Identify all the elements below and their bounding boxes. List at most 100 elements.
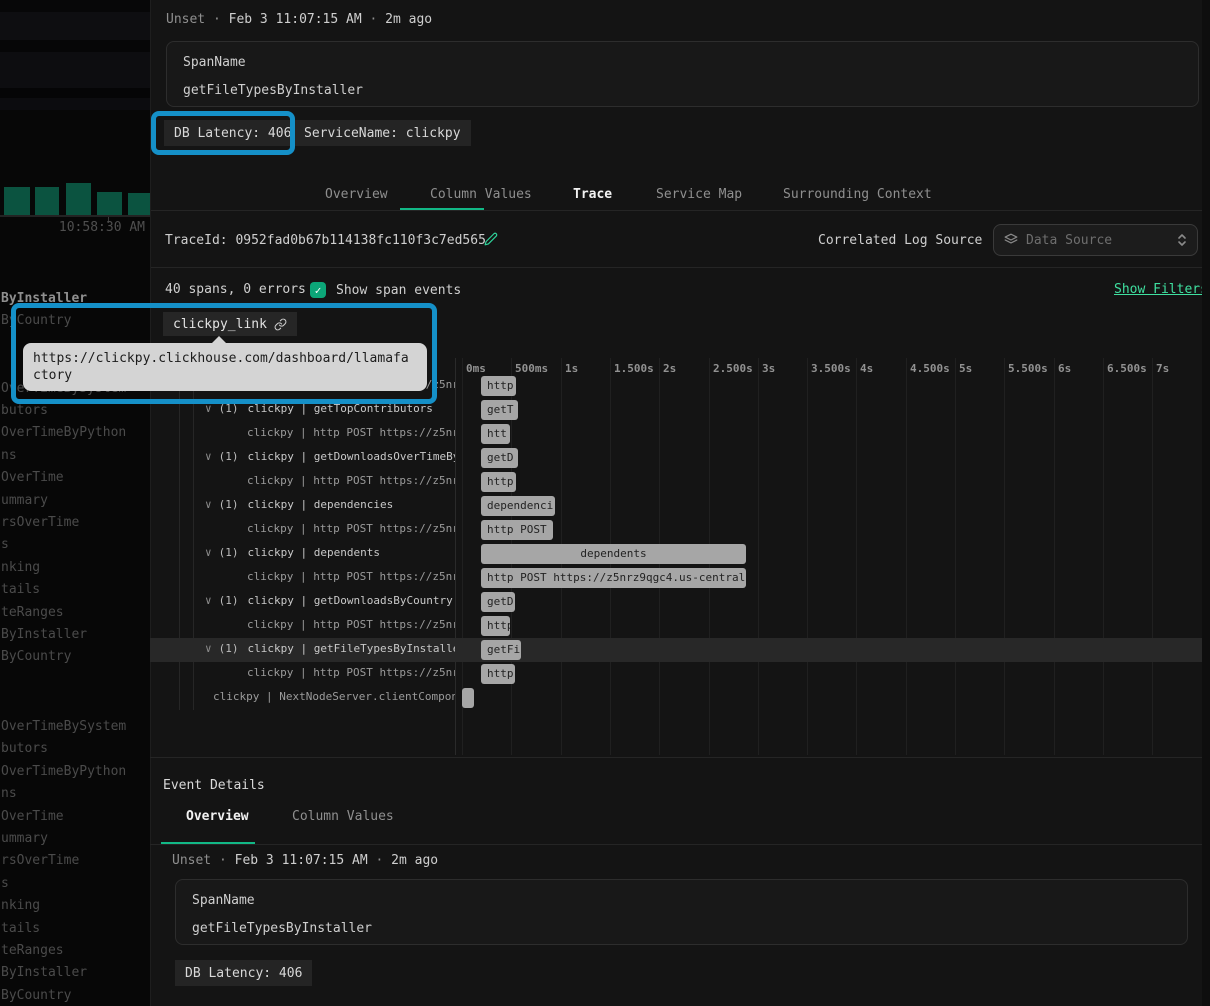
span-row[interactable]: clickpy | NextNodeServer.clientCompone xyxy=(150,686,1202,710)
span-duration-bar[interactable]: dependents xyxy=(481,544,746,564)
chevron-down-icon[interactable]: ∨ xyxy=(205,402,212,415)
tab-trace[interactable]: Trace xyxy=(573,187,612,202)
scrollbar-gutter[interactable] xyxy=(1202,0,1210,1006)
span-row[interactable]: clickpy | http POST https://z5nrz htt xyxy=(150,422,1202,446)
sidebar-query-item[interactable]: ummary xyxy=(1,831,48,849)
sidebar-query-item[interactable]: rsOverTime xyxy=(1,515,79,533)
chevron-down-icon[interactable]: ∨ xyxy=(205,498,212,511)
sidebar-query-item[interactable]: OverTimeBySystem xyxy=(1,719,126,737)
span-duration-bar[interactable]: http POST xyxy=(481,520,553,540)
sidebar-query-item[interactable]: tails xyxy=(1,921,40,939)
sidebar-query-item[interactable]: ByCountry xyxy=(1,649,71,667)
span-name-key: SpanName xyxy=(192,893,255,908)
chevron-down-icon[interactable]: ∨ xyxy=(205,642,212,655)
span-duration-bar[interactable]: http xyxy=(481,616,510,636)
sidebar-query-item[interactable]: butors xyxy=(1,403,48,421)
db-latency-badge-bottom[interactable]: DB Latency: 406 xyxy=(175,960,312,986)
span-row[interactable]: ∨(1)clickpy | getFileTypesByInstallerget… xyxy=(150,638,1202,662)
sidebar-query-item[interactable]: OverTime xyxy=(1,470,64,488)
sidebar-band xyxy=(0,98,150,110)
mini-chart-bar xyxy=(4,187,30,215)
sidebar-query-item[interactable]: ByCountry xyxy=(1,313,71,331)
show-span-events-label: Show span events xyxy=(336,283,461,298)
chevron-up-down-icon xyxy=(1177,233,1187,247)
sidebar-query-item[interactable]: OverTime xyxy=(1,809,64,827)
tab-column-values[interactable]: Column Values xyxy=(292,809,394,824)
span-duration-bar[interactable]: htt xyxy=(481,424,510,444)
sidebar-query-item[interactable]: ummary xyxy=(1,493,48,511)
span-duration-bar[interactable]: http POST https://z5nrz9qgc4.us-central xyxy=(481,568,746,588)
span-row[interactable]: clickpy | http POST https://z5nrz http xyxy=(150,470,1202,494)
mini-chart-bar xyxy=(35,187,59,215)
sidebar-query-item[interactable]: ns xyxy=(1,786,17,804)
sidebar-query-item[interactable]: OverTimeByPython xyxy=(1,425,126,443)
event-details-divider xyxy=(150,757,1210,758)
span-row[interactable]: ∨(1)clickpy | dependenciesdependenci xyxy=(150,494,1202,518)
span-name-card: SpanName getFileTypesByInstaller xyxy=(166,41,1199,107)
clickpy-link-badge[interactable]: clickpy_link xyxy=(163,312,297,336)
tab-column-values[interactable]: Column Values xyxy=(430,187,532,202)
sidebar-query-item[interactable]: ByCountry xyxy=(1,988,71,1006)
span-name-label: clickpy | http POST https://z5nrz xyxy=(247,474,455,490)
span-duration-bar[interactable]: getT xyxy=(481,400,518,420)
span-name-label: clickpy | http POST https://z5nrz xyxy=(247,618,455,634)
span-row[interactable]: clickpy | http POST https://z5nrz http xyxy=(150,662,1202,686)
sidebar-query-item[interactable]: ByInstaller xyxy=(1,627,87,645)
edit-pencil-icon[interactable] xyxy=(484,232,498,246)
tab-service-map[interactable]: Service Map xyxy=(656,187,742,202)
status-text: Unset xyxy=(166,12,205,27)
span-name-label: clickpy | http POST https://z5nrz xyxy=(247,666,455,682)
span-duration-bar[interactable]: getD xyxy=(481,592,515,612)
span-name-card-bottom: SpanName getFileTypesByInstaller xyxy=(175,879,1188,945)
chevron-down-icon[interactable]: ∨ xyxy=(205,450,212,463)
mini-chart-baseline xyxy=(0,215,150,217)
show-span-events-checkbox[interactable]: ✓ xyxy=(310,282,326,298)
sidebar-query-item[interactable]: butors xyxy=(1,741,48,759)
span-row[interactable]: ∨(1)clickpy | dependentsdependents xyxy=(150,542,1202,566)
span-row[interactable]: clickpy | http POST https://z5nrzhttp PO… xyxy=(150,566,1202,590)
span-row[interactable]: clickpy | http POST https://z5nrzhttp PO… xyxy=(150,518,1202,542)
sidebar-query-item[interactable]: teRanges xyxy=(1,943,64,961)
sidebar-query-item[interactable]: nking xyxy=(1,898,40,916)
span-duration-bar[interactable]: http xyxy=(481,664,515,684)
sidebar-query-item[interactable]: ns xyxy=(1,448,17,466)
sidebar-query-item[interactable]: teRanges xyxy=(1,605,64,623)
trace-waterfall: 0ms500ms1s1.500s2s2.500s3s3.500s4s4.500s… xyxy=(150,358,1202,755)
db-latency-badge[interactable]: DB Latency: 406 xyxy=(164,120,301,146)
chevron-down-icon[interactable]: ∨ xyxy=(205,546,212,559)
span-duration-bar[interactable]: http xyxy=(481,376,516,396)
span-row[interactable]: ∨(1)clickpy | getDownloadsOverTimeBySget… xyxy=(150,446,1202,470)
span-name-label: clickpy | http POST https://z5nrz xyxy=(247,426,455,442)
timestamp-text: Feb 3 11:07:15 AM xyxy=(235,853,368,868)
service-name-badge[interactable]: ServiceName: clickpy xyxy=(294,120,471,146)
sidebar-query-item[interactable]: ByInstaller xyxy=(1,965,87,983)
sidebar-query-item[interactable]: s xyxy=(1,876,9,894)
chevron-down-icon[interactable]: ∨ xyxy=(205,594,212,607)
mini-chart-bar xyxy=(97,192,122,215)
sidebar-query-item[interactable]: ByInstaller xyxy=(1,291,87,309)
mini-chart-time-label: 10:58:30 AM xyxy=(59,220,145,235)
span-row[interactable]: ∨(1)clickpy | getTopContributorsgetT xyxy=(150,398,1202,422)
tooltip-url-line1: https://clickpy.clickhouse.com/dashboard… xyxy=(33,350,417,367)
span-duration-bar[interactable]: getD xyxy=(481,448,518,468)
tab-overview[interactable]: Overview xyxy=(325,187,388,202)
span-duration-bar[interactable]: http xyxy=(481,472,516,492)
show-filters-link[interactable]: Show Filters xyxy=(1114,282,1208,297)
span-duration-bar[interactable]: getFi xyxy=(481,640,521,660)
event-details-tabs-divider xyxy=(150,844,1210,845)
sidebar-query-item[interactable]: tails xyxy=(1,582,40,600)
span-row[interactable]: clickpy | http POST https://z5nrz http xyxy=(150,614,1202,638)
span-duration-bar[interactable] xyxy=(462,688,474,708)
event-details-active-tab-underline xyxy=(161,842,255,844)
sidebar-query-item[interactable]: OverTimeByPython xyxy=(1,764,126,782)
data-source-select[interactable]: Data Source xyxy=(993,224,1198,256)
tab-surrounding-context[interactable]: Surrounding Context xyxy=(783,187,932,202)
trace-header-divider xyxy=(151,267,1203,268)
sidebar-query-item[interactable]: nking xyxy=(1,560,40,578)
mini-chart-bar xyxy=(128,193,152,215)
span-row[interactable]: ∨(1)clickpy | getDownloadsByCountrygetD xyxy=(150,590,1202,614)
span-duration-bar[interactable]: dependenci xyxy=(481,496,555,516)
tab-overview[interactable]: Overview xyxy=(186,809,249,824)
sidebar-query-item[interactable]: s xyxy=(1,537,9,555)
sidebar-query-item[interactable]: rsOverTime xyxy=(1,853,79,871)
